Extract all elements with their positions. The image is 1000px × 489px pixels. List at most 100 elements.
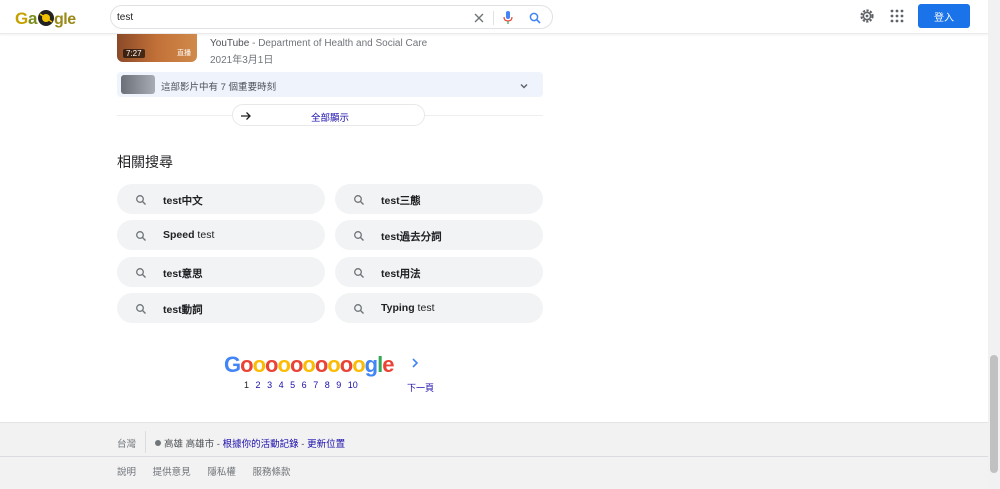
next-page-link[interactable]: 下一頁	[407, 381, 434, 394]
update-location-link[interactable]: 更新位置	[307, 439, 345, 450]
pagination-logo-letter: o	[302, 352, 315, 377]
page-link[interactable]: 8	[325, 380, 330, 390]
related-search-chip[interactable]: test三態	[335, 184, 543, 214]
top-bar: G a gle test 登入	[0, 0, 988, 34]
pagination-logo-letter: G	[224, 352, 241, 377]
key-moments-expander[interactable]: 這部影片中有 7 個重要時刻	[117, 72, 543, 97]
search-icon[interactable]	[527, 10, 543, 26]
moments-thumbnail	[121, 75, 155, 94]
video-thumb-tag: 直播	[177, 50, 191, 57]
page-link[interactable]: 3	[267, 380, 272, 390]
related-search-chip[interactable]: test動詞	[117, 293, 325, 323]
page-link[interactable]: 9	[336, 380, 341, 390]
page-link[interactable]: 6	[302, 380, 307, 390]
video-channel: YouTube	[210, 38, 250, 49]
related-search-chip[interactable]: test意思	[117, 257, 325, 287]
svg-text:a: a	[28, 9, 38, 28]
microphone-icon[interactable]	[500, 10, 516, 26]
footer-links: 說明 提供意見 隱私權 服務條款	[117, 464, 304, 478]
clear-icon[interactable]	[471, 10, 487, 26]
page-numbers: 1 2 3 4 5 6 7 8 9 10	[244, 380, 362, 390]
video-date: 2021年3月1日	[210, 55, 274, 66]
chevron-down-icon[interactable]	[518, 79, 530, 91]
chip-text: test過去分詞	[381, 231, 442, 243]
location-text: 高雄 高雄市	[164, 439, 215, 450]
settings-gear-icon[interactable]	[859, 8, 875, 24]
footer-divider	[145, 431, 146, 453]
scrollbar-thumb[interactable]	[990, 355, 998, 473]
related-search-chip[interactable]: Typing test	[335, 293, 543, 323]
searchbox-divider	[493, 11, 494, 25]
pagination-logo-letter: o	[240, 352, 253, 377]
chip-text: Speed test	[163, 229, 215, 241]
related-search-chip[interactable]: test中文	[117, 184, 325, 214]
video-organization: Department of Health and Social Care	[258, 38, 428, 49]
key-moments-label: 這部影片中有 7 個重要時刻	[161, 82, 277, 93]
search-icon	[353, 193, 365, 205]
svg-text:G: G	[15, 9, 28, 28]
pagination-logo-letter: o	[339, 352, 353, 377]
page-link[interactable]: 4	[279, 380, 284, 390]
google-logo[interactable]: G a gle	[14, 6, 78, 30]
chip-text: test用法	[381, 268, 421, 280]
location-separator: -	[214, 439, 223, 450]
footer-link-feedback[interactable]: 提供意見	[153, 467, 191, 478]
search-results-page: G a gle test 登入 7:27 直播 YouTube - Depart…	[0, 0, 1000, 489]
search-icon	[135, 193, 147, 205]
pagination-logo-letter: o	[252, 352, 266, 377]
chip-text: test中文	[163, 195, 203, 207]
search-icon	[135, 266, 147, 278]
related-search-chip[interactable]: test用法	[335, 257, 543, 287]
video-source: YouTube - Department of Health and Socia…	[210, 38, 427, 49]
doodle-logo-icon: G a gle	[15, 9, 77, 28]
location-separator: -	[298, 439, 308, 450]
video-thumbnail[interactable]: 7:27 直播	[117, 34, 197, 62]
pagination-logo-letter: o	[352, 352, 365, 377]
pagination-logo-letter: o	[277, 352, 290, 377]
pagination-logo-letter: g	[364, 352, 378, 377]
footer-separator	[0, 456, 988, 457]
chip-text: test三態	[381, 195, 421, 207]
footer-location: 高雄 高雄市 - 根據你的活動記錄 - 更新位置	[155, 436, 345, 450]
svg-text:gle: gle	[54, 11, 76, 28]
pagination-logo-letter: e	[382, 352, 394, 377]
chip-text: test意思	[163, 268, 203, 280]
footer: 台灣 高雄 高雄市 - 根據你的活動記錄 - 更新位置 說明 提供意見 隱私權 …	[0, 422, 988, 489]
page-number-current: 1	[244, 380, 250, 390]
footer-link-help[interactable]: 說明	[117, 467, 136, 478]
sign-in-button[interactable]: 登入	[918, 4, 970, 28]
pagination-logo-letter: o	[327, 352, 340, 377]
page-link[interactable]: 2	[256, 380, 261, 390]
chip-text: test動詞	[163, 304, 203, 316]
search-icon	[353, 266, 365, 278]
search-icon	[353, 229, 365, 241]
related-searches-title: 相關搜尋	[117, 154, 173, 170]
chevron-right-icon[interactable]	[409, 356, 421, 370]
footer-link-terms[interactable]: 服務條款	[252, 467, 290, 478]
show-all-label: 全部顯示	[311, 113, 350, 124]
related-search-chip[interactable]: test過去分詞	[335, 220, 543, 250]
pagination: Goooooooooogle 1 2 3 4 5 6 7 8 9 10 下一頁	[222, 352, 442, 394]
show-all-button[interactable]: 全部顯示	[232, 104, 425, 126]
page-link[interactable]: 10	[348, 380, 358, 390]
pagination-logo-letter: o	[314, 352, 328, 377]
search-icon	[135, 229, 147, 241]
video-duration: 7:27	[123, 49, 145, 58]
related-search-chip[interactable]: Speed test	[117, 220, 325, 250]
apps-grid-icon[interactable]	[890, 9, 904, 23]
pagination-logo: Goooooooooogle	[224, 352, 395, 378]
pagination-logo-letter: o	[289, 352, 303, 377]
location-dot-icon	[155, 440, 161, 446]
search-icon	[353, 302, 365, 314]
activity-link[interactable]: 根據你的活動記錄	[223, 439, 299, 450]
search-input[interactable]	[117, 9, 457, 25]
footer-link-privacy[interactable]: 隱私權	[207, 467, 236, 478]
footer-country: 台灣	[117, 439, 137, 450]
arrow-right-icon	[240, 109, 252, 121]
chip-text: Typing test	[381, 302, 435, 314]
page-link[interactable]: 5	[290, 380, 295, 390]
search-box	[110, 5, 553, 29]
page-link[interactable]: 7	[313, 380, 318, 390]
pagination-logo-letter: o	[265, 352, 278, 377]
search-icon	[135, 302, 147, 314]
